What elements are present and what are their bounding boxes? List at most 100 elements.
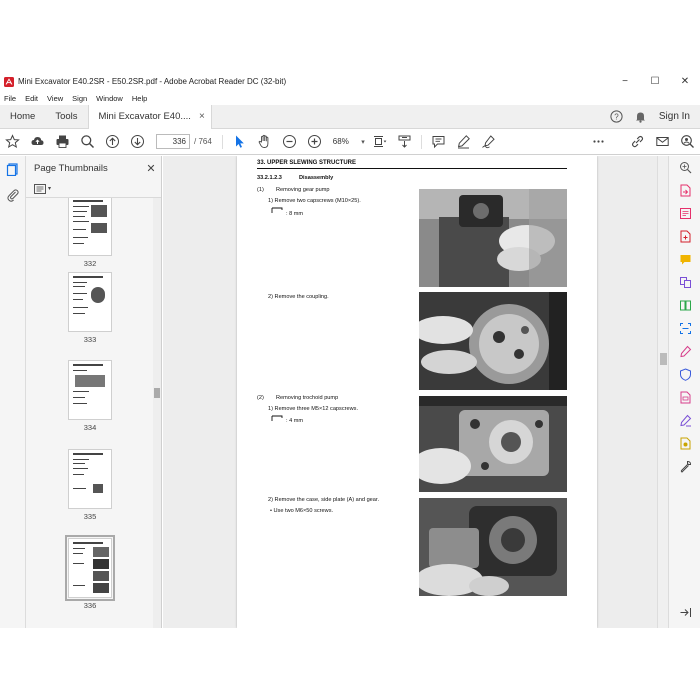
help-icon[interactable]: ? <box>605 105 629 129</box>
hand-tool-icon[interactable] <box>252 129 277 155</box>
thumbnail-page-332[interactable]: 332 <box>68 198 112 268</box>
thumbnail-page-334[interactable]: 334 <box>68 360 112 432</box>
account-search-icon[interactable] <box>675 129 700 155</box>
maximize-button[interactable]: ☐ <box>640 72 670 91</box>
edit-pdf-icon[interactable] <box>669 202 700 225</box>
attachment-icon[interactable] <box>0 182 26 208</box>
main-toolbar: 336 / 764 68% ▾ <box>0 129 700 155</box>
hex-key-icon <box>271 415 283 421</box>
tab-home[interactable]: Home <box>0 105 45 129</box>
draw-sign-icon[interactable] <box>476 129 501 155</box>
sign-in-button[interactable]: Sign In <box>653 111 700 122</box>
thumbnail-page-333[interactable]: 333 <box>68 272 112 344</box>
title-bar: Mini Excavator E40.2SR - E50.2SR.pdf - A… <box>0 72 700 91</box>
scrollbar-thumb[interactable] <box>154 388 160 398</box>
fill-sign-icon[interactable] <box>669 340 700 363</box>
combine-files-icon[interactable] <box>669 271 700 294</box>
thumbnail-image <box>68 198 112 256</box>
scrollbar-thumb[interactable] <box>660 353 667 365</box>
hex-key-icon <box>271 207 283 213</box>
page-thumbnails-panel: Page Thumbnails ✕ ▾ 332 333 334 335 336 <box>26 156 162 628</box>
scrolling-mode-icon[interactable] <box>392 129 417 155</box>
step1-number: (1) <box>257 187 264 193</box>
right-tools-rail <box>668 156 700 628</box>
thumbnail-label: 334 <box>83 423 97 432</box>
step2-number: (2) <box>257 395 264 401</box>
cloud-upload-icon[interactable] <box>25 129 50 155</box>
section-title: Disassembly <box>299 175 334 181</box>
bell-icon[interactable] <box>629 105 653 129</box>
step2-title: Removing trochoid pump <box>276 395 339 401</box>
menu-file[interactable]: File <box>0 94 21 103</box>
protect-shield-icon[interactable] <box>669 363 700 386</box>
menu-edit[interactable]: Edit <box>21 94 43 103</box>
zoom-search-icon[interactable] <box>669 156 700 179</box>
svg-text:?: ? <box>615 112 620 121</box>
window-title: Mini Excavator E40.2SR - E50.2SR.pdf - A… <box>18 77 287 86</box>
prepare-form-icon[interactable] <box>669 386 700 409</box>
page-total-label: / 764 <box>194 137 212 146</box>
thumbnail-options-menu[interactable]: ▾ <box>34 183 51 194</box>
zoom-out-icon[interactable] <box>277 129 302 155</box>
menu-bar: File Edit View Sign Window Help <box>0 91 700 105</box>
photo-gear-pump <box>419 189 567 287</box>
zoom-level-value: 68% <box>332 137 349 146</box>
previous-page-icon[interactable] <box>100 129 125 155</box>
tab-close-button[interactable]: × <box>199 105 205 129</box>
step1-instruction-a: 1) Remove two capscrews (M10×25). <box>268 198 361 204</box>
comment-tool-icon[interactable] <box>669 248 700 271</box>
highlight-pen-icon[interactable] <box>451 129 476 155</box>
acrobat-app-icon <box>4 76 14 87</box>
thumbnails-scrollbar[interactable] <box>153 198 161 628</box>
menu-view[interactable]: View <box>43 94 68 103</box>
comment-icon[interactable] <box>426 129 451 155</box>
stamp-icon[interactable] <box>669 432 700 455</box>
document-view[interactable]: 33. UPPER SLEWING STRUCTURE 33.2.1.2.3 D… <box>163 156 668 628</box>
thumbnail-image <box>68 449 112 509</box>
print-icon[interactable] <box>50 129 75 155</box>
thumbnails-options: ▾ <box>26 180 161 198</box>
collapse-panel-icon[interactable] <box>669 601 700 624</box>
close-panel-button[interactable]: ✕ <box>141 162 161 175</box>
step1-title: Removing gear pump <box>276 187 330 193</box>
step1-instruction-b: 2) Remove the coupling. <box>268 294 329 300</box>
left-navigation-rail <box>0 156 26 628</box>
scan-ocr-icon[interactable] <box>669 317 700 340</box>
menu-sign[interactable]: Sign <box>68 94 92 103</box>
thumbnail-image <box>65 535 115 601</box>
menu-window[interactable]: Window <box>92 94 128 103</box>
page-display-icon[interactable] <box>367 129 392 155</box>
toolbar-divider-2 <box>420 134 422 149</box>
thumbnail-page-336[interactable]: 336 <box>65 535 115 610</box>
photo-coupling <box>419 292 567 390</box>
thumbnail-image <box>68 360 112 420</box>
tab-document[interactable]: Mini Excavator E40.... × <box>87 104 212 129</box>
next-page-icon[interactable] <box>125 129 150 155</box>
document-scrollbar[interactable] <box>657 156 668 628</box>
page-thumbnails-icon[interactable] <box>0 156 26 182</box>
send-for-signature-icon[interactable] <box>669 409 700 432</box>
star-icon[interactable] <box>0 129 25 155</box>
organize-pages-icon[interactable] <box>669 294 700 317</box>
page-number-input[interactable]: 336 <box>156 134 190 149</box>
tab-document-label: Mini Excavator E40.... <box>98 110 191 122</box>
create-pdf-icon[interactable] <box>669 225 700 248</box>
more-tools-icon[interactable] <box>586 129 611 155</box>
zoom-level-dropdown[interactable]: 68% ▾ <box>327 134 367 149</box>
export-pdf-icon[interactable] <box>669 179 700 202</box>
search-icon[interactable] <box>75 129 100 155</box>
share-link-icon[interactable] <box>625 129 650 155</box>
menu-help[interactable]: Help <box>128 94 152 103</box>
minimize-button[interactable]: − <box>610 72 640 91</box>
more-tools-wrench-icon[interactable] <box>669 455 700 478</box>
zoom-in-icon[interactable] <box>302 129 327 155</box>
close-window-button[interactable]: ✕ <box>670 72 700 91</box>
select-cursor-icon[interactable] <box>227 129 252 155</box>
thumbnail-page-335[interactable]: 335 <box>68 449 112 521</box>
thumbnail-image <box>68 272 112 332</box>
step2-instruction-a: 1) Remove three M5×12 capscrews. <box>268 406 359 412</box>
chevron-down-icon: ▾ <box>361 138 365 146</box>
mail-icon[interactable] <box>650 129 675 155</box>
tab-tools[interactable]: Tools <box>45 105 87 129</box>
acrobat-window: Mini Excavator E40.2SR - E50.2SR.pdf - A… <box>0 72 700 628</box>
